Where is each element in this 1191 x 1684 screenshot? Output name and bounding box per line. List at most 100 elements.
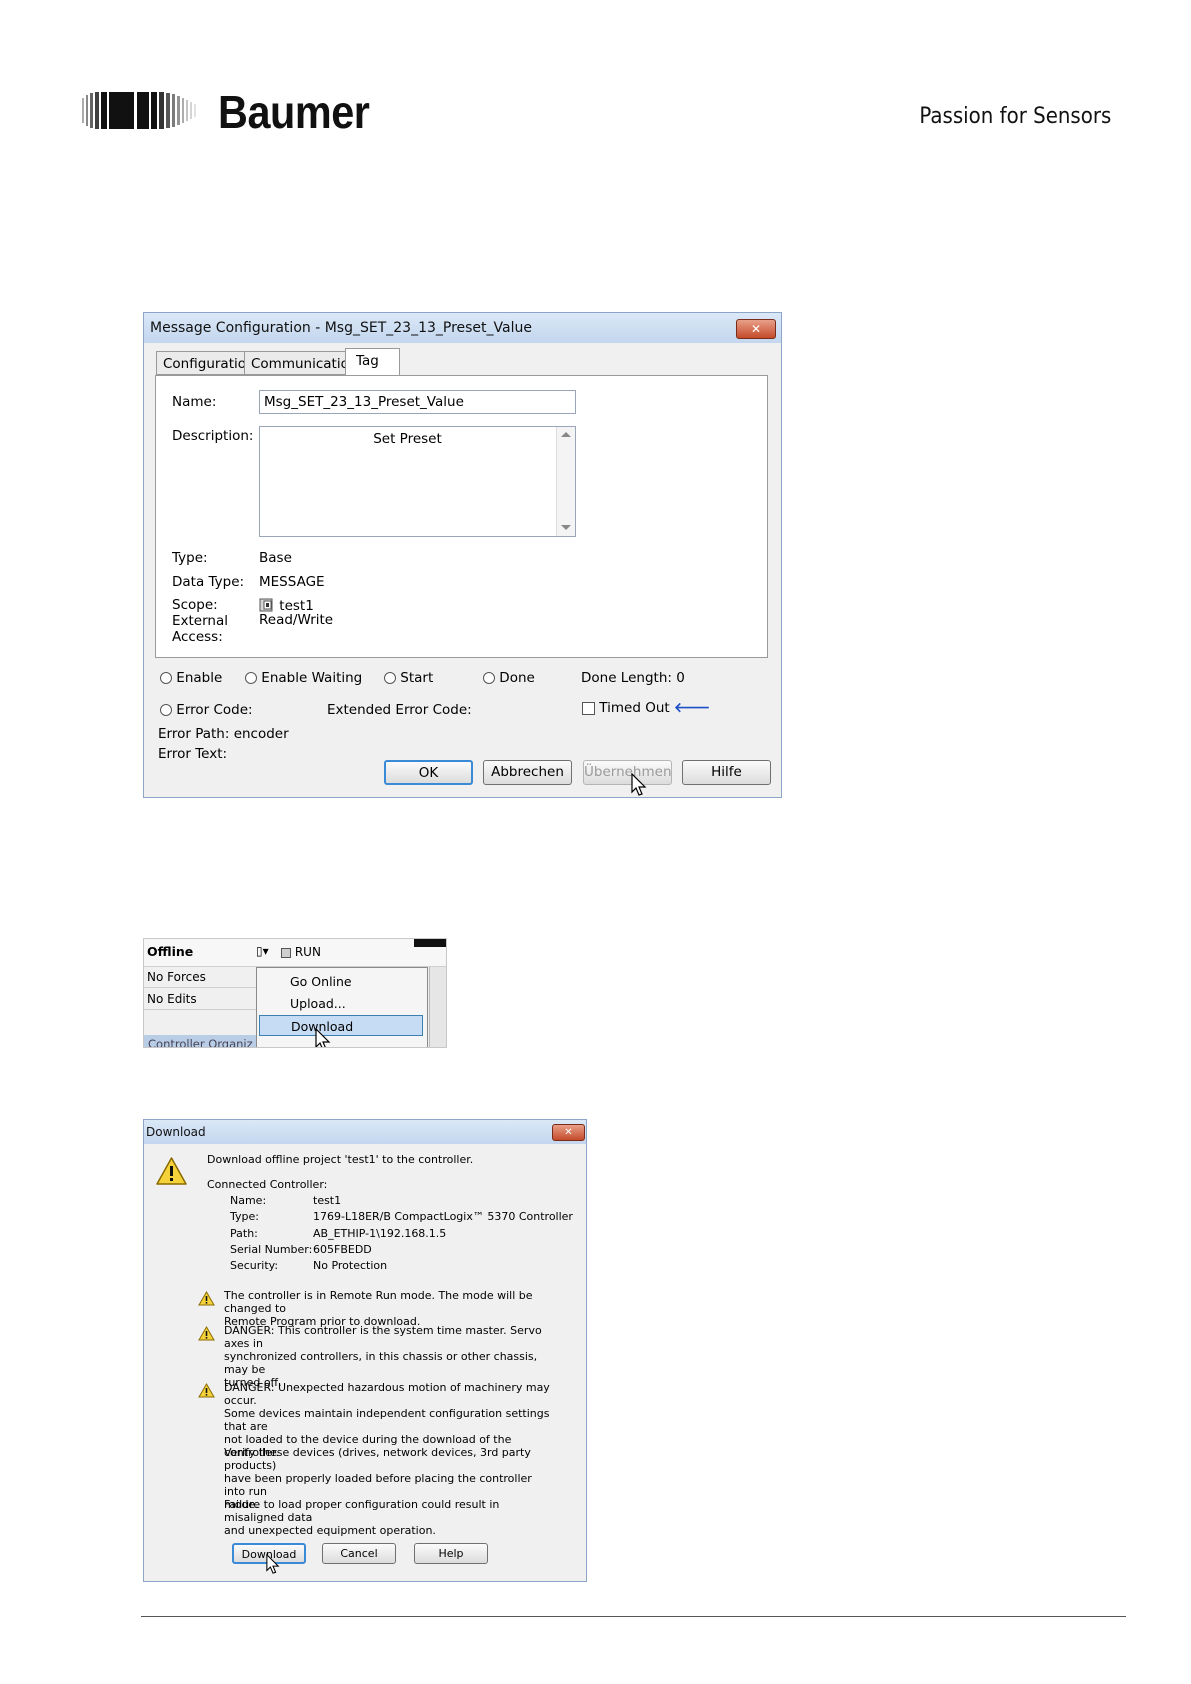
start-radio [384,672,396,684]
scroll-up-icon[interactable] [561,432,571,437]
forces-row: No Forces [144,967,256,988]
download-dialog: Download ✕ Download offline project 'tes… [143,1119,587,1582]
help-button[interactable]: Help [414,1543,488,1564]
enable-waiting-radio [245,672,257,684]
enable-radio [160,672,172,684]
paragraph-failure-line1: Failure to load proper configuration cou… [224,1498,500,1524]
dialog-title: Download [146,1125,206,1139]
error-code-status: Error Code: [160,702,253,718]
timed-out-status: Timed Out 🡐 [582,700,710,716]
paragraph-failure-line2: and unexpected equipment operation. [224,1524,436,1537]
enable-label: Enable [176,670,223,686]
organizer-header: Controller Organiz [144,1035,256,1047]
done-length: Done Length: 0 [581,670,685,686]
cancel-button[interactable]: Abbrechen [483,760,572,785]
detail-serial-value: 605FBEDD [313,1243,372,1256]
warning-remote-run: The controller is in Remote Run mode. Th… [224,1289,554,1328]
warning-time-master-line2: synchronized controllers, in this chassi… [224,1350,538,1376]
detail-type-value: 1769-L18ER/B CompactLogix™ 5370 Controll… [313,1210,573,1223]
toolbar-strip [414,939,446,947]
help-button[interactable]: Hilfe [682,760,771,785]
timed-out-checkbox [582,701,595,715]
side-toolbar [429,967,446,1047]
type-value: Base [259,550,292,566]
dialog-titlebar: Download [144,1120,586,1144]
warning-small-icon [198,1291,215,1306]
description-label: Description: [172,428,254,444]
start-label: Start [400,670,434,686]
menu-item-download[interactable]: Download [259,1015,423,1036]
close-icon: ✕ [750,322,762,336]
run-indicator-box [281,947,291,958]
cancel-button[interactable]: Cancel [322,1543,396,1564]
scroll-down-icon[interactable] [561,525,571,530]
warning-icon [156,1157,187,1185]
menu-item-upload[interactable]: Upload... [257,993,427,1014]
error-path: Error Path: encoder [158,726,289,742]
offline-status: Offline [147,944,194,959]
paragraph-verify-devices-line1: Verify these devices (drives, network de… [224,1446,531,1472]
mouse-cursor-icon [631,773,647,796]
detail-name-value: test1 [313,1194,342,1207]
controller-status-panel: Offline ▯▾ RUN No Forces No Edits Contro… [143,938,447,1048]
tab-tag[interactable]: Tag [345,348,400,376]
controller-icon [259,598,273,612]
name-label: Name: [172,394,217,410]
start-status: Start [384,670,433,686]
detail-security-value: No Protection [313,1259,388,1272]
dialog-titlebar: Message Configuration - Msg_SET_23_13_Pr… [144,313,781,343]
download-intro: Download offline project 'test1' to the … [207,1153,474,1166]
enable-status: Enable [160,670,222,686]
external-access-value: Read/Write [259,612,334,628]
apply-button[interactable]: Übernehmen [583,760,672,785]
error-text-label: Error Text: [158,746,228,762]
close-button[interactable]: ✕ [736,319,776,339]
mouse-cursor-icon [315,1028,331,1047]
mouse-cursor-icon [266,1553,280,1574]
data-type-label: Data Type: [172,574,245,590]
done-radio [483,672,495,684]
detail-name-key: Name: [230,1194,267,1207]
arrow-left-icon: 🡐 [673,700,711,716]
scope-label: Scope: [172,597,218,613]
tagline: Passion for Sensors [919,104,1111,129]
message-configuration-dialog: Message Configuration - Msg_SET_23_13_Pr… [143,312,782,798]
mode-dropdown-icon[interactable]: ▯▾ [256,944,269,958]
description-textarea[interactable]: Set Preset [259,426,576,537]
enable-waiting-status: Enable Waiting [245,670,362,686]
enable-waiting-label: Enable Waiting [261,670,363,686]
warning-time-master-line1: DANGER: This controller is the system ti… [224,1324,542,1350]
warning-hazardous-motion-line1: DANGER: Unexpected hazardous motion of m… [224,1381,550,1407]
type-label: Type: [172,550,208,566]
name-input[interactable]: Msg_SET_23_13_Preset_Value [259,390,576,414]
paragraph-verify-devices-line2: have been properly loaded before placing… [224,1472,532,1498]
close-icon: ✕ [564,1127,573,1138]
external-access-label-line1: External [172,613,229,629]
timed-out-label: Timed Out [599,700,670,716]
paragraph-failure: Failure to load proper configuration cou… [224,1498,554,1537]
error-code-label: Error Code: [176,702,253,718]
menu-item-go-online[interactable]: Go Online [257,971,427,992]
tag-panel: Name: Msg_SET_23_13_Preset_Value Descrip… [155,375,768,658]
description-text: Set Preset [373,431,442,447]
edits-row: No Edits [144,989,256,1010]
warning-remote-run-line1: The controller is in Remote Run mode. Th… [224,1289,533,1315]
status-offline-row: Offline ▯▾ RUN [144,939,446,967]
error-code-radio [160,704,172,716]
warning-small-icon [198,1326,215,1341]
detail-serial-key: Serial Number: [230,1243,313,1256]
data-type-value: MESSAGE [259,574,325,590]
run-indicator: RUN [281,945,321,959]
close-button[interactable]: ✕ [552,1124,585,1141]
baumer-logo-mark [82,92,196,129]
warning-small-icon [198,1383,215,1398]
done-label: Done [499,670,535,686]
online-context-menu: Go Online Upload... Download [256,967,428,1047]
ok-button[interactable]: OK [384,760,473,785]
detail-path-key: Path: [230,1227,258,1240]
scrollbar[interactable] [556,427,575,536]
detail-type-key: Type: [230,1210,259,1223]
detail-path-value: AB_ETHIP-1\192.168.1.5 [313,1227,447,1240]
dialog-title: Message Configuration - Msg_SET_23_13_Pr… [150,320,532,336]
brand-name: Baumer [218,86,370,138]
